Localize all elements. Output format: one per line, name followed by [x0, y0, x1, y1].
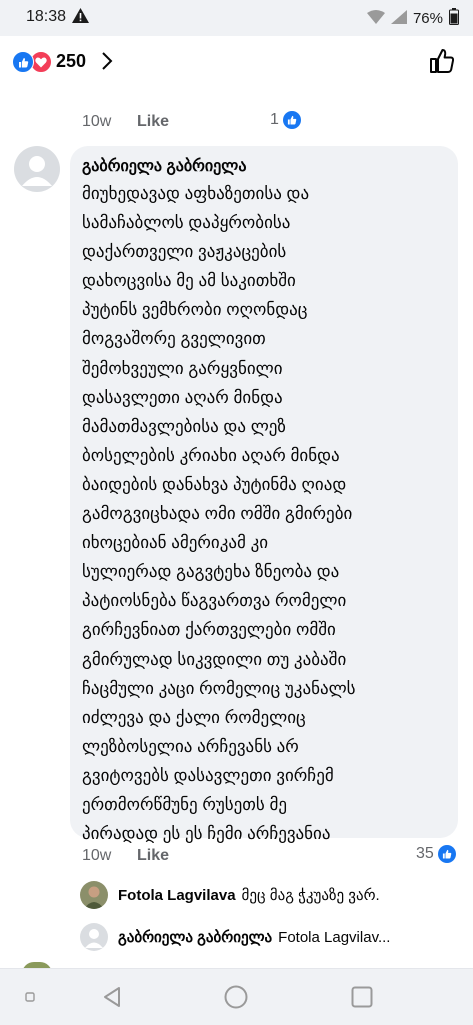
like-button[interactable]: Like: [137, 113, 169, 131]
reaction-icons[interactable]: [12, 51, 52, 73]
comment-meta: 10w Like 35: [82, 845, 462, 871]
reply-author[interactable]: გაბრიელა გაბრიელა: [118, 928, 272, 946]
comment-reaction-count[interactable]: 35: [416, 845, 456, 863]
menu-dot-icon[interactable]: [16, 983, 44, 1011]
reply-text: მეც მაგ ჭკუაზე ვარ.: [241, 887, 380, 904]
comment-text: მიუხედავად აფხაზეთისა და სამაჩაბლოს დაპყ…: [82, 184, 356, 844]
reply-text: Fotola Lagvilav...: [278, 928, 391, 946]
reactions-header: 250: [0, 36, 473, 84]
status-bar: 18:38 76%: [0, 0, 473, 36]
comment-reaction-number: 1: [270, 111, 279, 128]
like-icon: [282, 111, 301, 129]
like-icon: [437, 845, 456, 863]
navigation-bar: [0, 968, 473, 1025]
previous-comment-meta: 10w Like 1: [82, 111, 462, 137]
battery-icon: [449, 8, 459, 29]
status-right: 76%: [366, 8, 459, 29]
comment-time: 10w: [82, 113, 112, 130]
reaction-count[interactable]: 250: [56, 51, 86, 72]
comment-reaction-count[interactable]: 1: [270, 111, 301, 129]
signal-icon: [390, 9, 407, 28]
recents-icon[interactable]: [348, 983, 376, 1011]
avatar[interactable]: [80, 923, 108, 951]
avatar[interactable]: [80, 881, 108, 909]
reply-item[interactable]: Fotola Lagvilava მეც მაგ ჭკუაზე ვარ.: [80, 880, 380, 910]
comment-time: 10w: [82, 847, 112, 864]
chevron-right-icon[interactable]: [100, 50, 114, 77]
like-thumb-icon[interactable]: [429, 48, 455, 79]
comment-bubble: გაბრიელა გაბრიელა მიუხედავად აფხაზეთისა …: [70, 146, 458, 843]
reply-author[interactable]: Fotola Lagvilava: [118, 887, 236, 904]
back-icon[interactable]: [98, 983, 126, 1011]
comment-author[interactable]: გაბრიელა გაბრიელა: [82, 156, 446, 178]
like-button[interactable]: Like: [137, 847, 169, 865]
avatar[interactable]: [14, 146, 60, 192]
comment-reaction-number: 35: [416, 845, 434, 862]
status-time: 18:38: [26, 8, 67, 25]
reply-item[interactable]: გაბრიელა გაბრიელა Fotola Lagvilav...: [80, 922, 390, 952]
wifi-icon: [366, 9, 385, 28]
battery-percent: 76%: [412, 10, 443, 27]
warning-triangle-icon: [72, 8, 89, 27]
like-icon: [12, 51, 34, 73]
home-icon[interactable]: [222, 983, 250, 1011]
